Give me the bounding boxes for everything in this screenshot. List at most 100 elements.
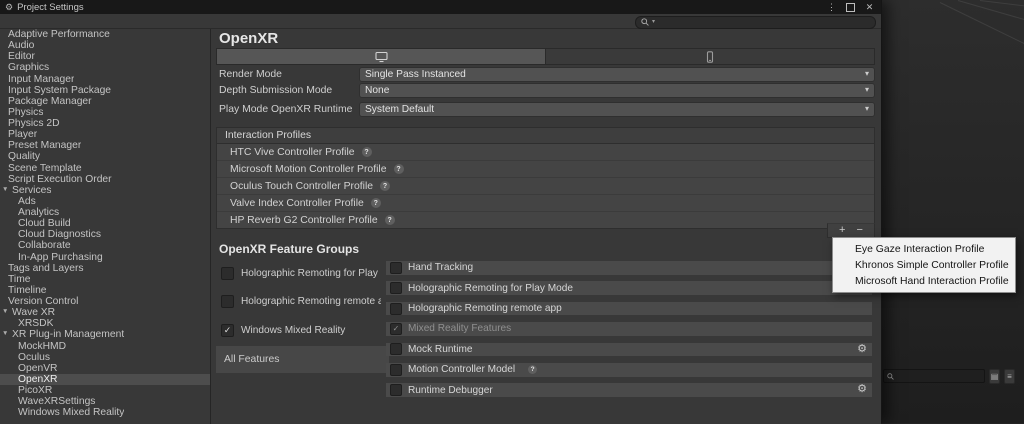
checkbox[interactable]: ✓: [221, 324, 234, 337]
feature-row-mixed-reality-features[interactable]: ✓Mixed Reality Features: [386, 322, 872, 336]
sidebar-item-tags-and-layers[interactable]: Tags and Layers: [0, 263, 210, 274]
sidebar-item-graphics[interactable]: Graphics: [0, 62, 210, 73]
feature-row-holographic-remoting-for-play-mode[interactable]: Holographic Remoting for Play Mode⚙: [386, 281, 872, 295]
feature-row-holographic-remoting-remote-app[interactable]: Holographic Remoting remote app: [386, 302, 872, 316]
sidebar-item-xrsdk[interactable]: XRSDK: [0, 318, 210, 329]
help-icon[interactable]: ?: [380, 181, 390, 191]
remove-profile-button[interactable]: −: [857, 225, 863, 236]
sidebar-item-time[interactable]: Time: [0, 274, 210, 285]
project-settings-window: ⚙ Project Settings ⋮ ✕ ▾ Adaptive Perfor…: [0, 0, 882, 423]
help-icon[interactable]: ?: [362, 147, 372, 157]
profile-row-oculus-touch-controller-profile[interactable]: Oculus Touch Controller Profile?: [217, 178, 874, 195]
sidebar-item-oculus[interactable]: Oculus: [0, 352, 210, 363]
help-icon[interactable]: ?: [528, 365, 537, 374]
sidebar-item-quality[interactable]: Quality: [0, 151, 210, 162]
foldout-arrow-icon[interactable]: ▼: [2, 187, 8, 194]
sidebar-item-wave-xr[interactable]: ▼Wave XR: [0, 307, 210, 318]
window-menu-icon[interactable]: ⋮: [825, 3, 838, 12]
sidebar-item-version-control[interactable]: Version Control: [0, 296, 210, 307]
profile-row-hp-reverb-g2-controller-profile[interactable]: HP Reverb G2 Controller Profile?: [217, 212, 874, 228]
sidebar-item-cloud-build[interactable]: Cloud Build: [0, 218, 210, 229]
sidebar-item-adaptive-performance[interactable]: Adaptive Performance: [0, 29, 210, 40]
sidebar-item-label: Ads: [18, 196, 36, 207]
sidebar-item-package-manager[interactable]: Package Manager: [0, 96, 210, 107]
profile-row-microsoft-motion-controller-profile[interactable]: Microsoft Motion Controller Profile?: [217, 161, 874, 178]
feature-group-holographic-remoting-remote-app[interactable]: Holographic Remoting remote app: [216, 288, 381, 317]
profile-row-valve-index-controller-profile[interactable]: Valve Index Controller Profile?: [217, 195, 874, 212]
search-filter-caret-icon[interactable]: ▾: [652, 19, 655, 25]
checkbox[interactable]: [390, 282, 402, 294]
foldout-arrow-icon[interactable]: ▼: [2, 331, 8, 338]
grid-icon[interactable]: ▤: [989, 369, 1000, 384]
add-profile-button[interactable]: +: [839, 225, 845, 236]
sidebar-item-audio[interactable]: Audio: [0, 40, 210, 51]
checkbox[interactable]: ✓: [390, 323, 402, 335]
sidebar-item-timeline[interactable]: Timeline: [0, 285, 210, 296]
checkbox[interactable]: [390, 364, 402, 376]
checkbox[interactable]: [390, 384, 402, 396]
background-search-input[interactable]: [897, 370, 981, 382]
feature-row-hand-tracking[interactable]: Hand Tracking: [386, 261, 872, 275]
sidebar-item-preset-manager[interactable]: Preset Manager: [0, 140, 210, 151]
profile-label: HP Reverb G2 Controller Profile: [230, 215, 378, 226]
tab-desktop[interactable]: [217, 49, 545, 64]
checkbox[interactable]: [390, 303, 402, 315]
dropdown-render-mode[interactable]: Single Pass Instanced▾: [359, 67, 875, 82]
close-icon[interactable]: ✕: [863, 3, 876, 12]
profile-row-htc-vive-controller-profile[interactable]: HTC Vive Controller Profile?: [217, 144, 874, 161]
sidebar-item-script-execution-order[interactable]: Script Execution Order: [0, 174, 210, 185]
feature-row-mock-runtime[interactable]: Mock Runtime⚙: [386, 343, 872, 357]
all-features-item[interactable]: All Features: [216, 346, 389, 373]
sidebar-item-openvr[interactable]: OpenVR: [0, 363, 210, 374]
foldout-arrow-icon[interactable]: ▼: [2, 309, 8, 316]
maximize-icon[interactable]: [846, 3, 855, 12]
checkbox[interactable]: [390, 343, 402, 355]
feature-group-holographic-remoting-for-play-mode[interactable]: Holographic Remoting for Play Mode: [216, 259, 381, 288]
sidebar-item-picoxr[interactable]: PicoXR: [0, 385, 210, 396]
sidebar-item-editor[interactable]: Editor: [0, 51, 210, 62]
dropdown-play-mode-openxr-runtime[interactable]: System Default▾: [359, 102, 875, 117]
feature-row-runtime-debugger[interactable]: Runtime Debugger⚙: [386, 383, 872, 397]
background-search-field[interactable]: [883, 369, 985, 383]
feature-group-windows-mixed-reality[interactable]: ✓Windows Mixed Reality: [216, 316, 381, 345]
sidebar-item-services[interactable]: ▼Services: [0, 185, 210, 196]
sidebar-item-collaborate[interactable]: Collaborate: [0, 240, 210, 251]
settings-search-input[interactable]: [658, 16, 870, 28]
help-icon[interactable]: ?: [371, 198, 381, 208]
list-footer: + −: [827, 223, 875, 238]
feature-row-motion-controller-model[interactable]: Motion Controller Model?: [386, 363, 872, 377]
gear-icon[interactable]: ⚙: [857, 343, 867, 357]
sidebar-item-scene-template[interactable]: Scene Template: [0, 163, 210, 174]
sidebar-item-cloud-diagnostics[interactable]: Cloud Diagnostics: [0, 229, 210, 240]
sidebar-item-openxr[interactable]: OpenXR: [0, 374, 210, 385]
sidebar-item-physics-2d[interactable]: Physics 2D: [0, 118, 210, 129]
menu-item-eye-gaze-interaction-profile[interactable]: Eye Gaze Interaction Profile: [833, 241, 1015, 257]
sidebar-item-label: Oculus: [18, 352, 50, 363]
sliders-icon[interactable]: ≡: [1004, 369, 1015, 384]
checkbox[interactable]: [221, 295, 234, 308]
sidebar-item-physics[interactable]: Physics: [0, 107, 210, 118]
sidebar-item-mockhmd[interactable]: MockHMD: [0, 341, 210, 352]
checkbox[interactable]: [221, 267, 234, 280]
help-icon[interactable]: ?: [394, 164, 404, 174]
sidebar-item-input-system-package[interactable]: Input System Package: [0, 85, 210, 96]
gear-icon[interactable]: ⚙: [857, 383, 867, 397]
sidebar-item-input-manager[interactable]: Input Manager: [0, 74, 210, 85]
field-label: Play Mode OpenXR Runtime: [216, 104, 359, 115]
interaction-profiles-header: Interaction Profiles: [217, 128, 874, 144]
menu-item-microsoft-hand-interaction-profile[interactable]: Microsoft Hand Interaction Profile: [833, 273, 1015, 289]
help-icon[interactable]: ?: [385, 215, 395, 225]
device-icon: [704, 51, 716, 63]
sidebar-item-xr-plug-in-management[interactable]: ▼XR Plug-in Management: [0, 329, 210, 340]
sidebar-item-analytics[interactable]: Analytics: [0, 207, 210, 218]
tab-device[interactable]: [545, 49, 874, 64]
dropdown-depth-submission-mode[interactable]: None▾: [359, 83, 875, 98]
sidebar-item-in-app-purchasing[interactable]: In-App Purchasing: [0, 252, 210, 263]
sidebar-item-windows-mixed-reality[interactable]: Windows Mixed Reality: [0, 407, 210, 418]
sidebar-item-ads[interactable]: Ads: [0, 196, 210, 207]
sidebar-item-wavexrsettings[interactable]: WaveXRSettings: [0, 396, 210, 407]
sidebar-item-player[interactable]: Player: [0, 129, 210, 140]
settings-search-field[interactable]: ▾: [635, 16, 876, 29]
checkbox[interactable]: [390, 262, 402, 274]
menu-item-khronos-simple-controller-profile[interactable]: Khronos Simple Controller Profile: [833, 257, 1015, 273]
